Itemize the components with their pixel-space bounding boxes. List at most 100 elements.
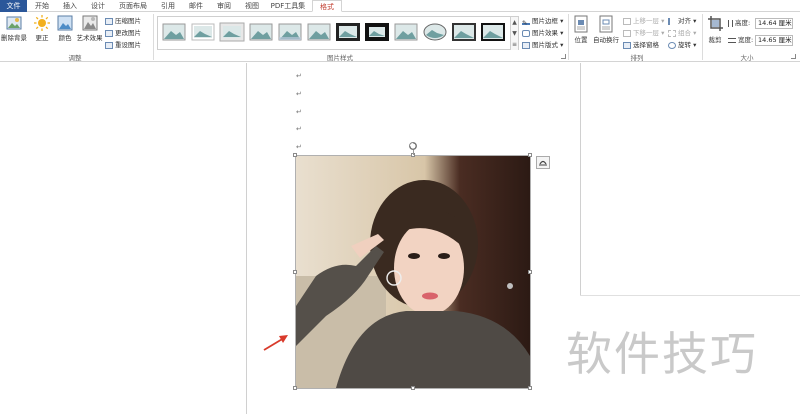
corrections-label: 更正 [35, 34, 49, 42]
group-label: 组合 [678, 29, 691, 37]
resize-handle-nw[interactable] [293, 153, 297, 157]
crop-icon [708, 16, 723, 31]
height-input[interactable]: 14.64 厘米 [755, 18, 793, 29]
layout-options-button[interactable] [536, 156, 550, 169]
style-thumb-9[interactable] [393, 21, 419, 43]
artistic-effects-label: 艺术效果 [76, 34, 103, 42]
group-separator [702, 14, 703, 60]
resize-handle-s[interactable] [411, 386, 415, 390]
width-input[interactable]: 14.65 厘米 [755, 35, 793, 46]
page-edge-bottom [580, 295, 800, 296]
align-label: 对齐 [678, 17, 691, 25]
crop-label: 裁剪 [708, 36, 722, 44]
style-thumb-6[interactable] [306, 21, 332, 43]
change-picture-icon [105, 29, 113, 37]
adjust-group-label: 调整 [68, 54, 82, 62]
wrap-text-button[interactable]: 自动换行 [592, 15, 620, 44]
red-arrow-annotation [263, 335, 288, 351]
crop-button[interactable]: 裁剪 [705, 15, 725, 44]
gallery-more[interactable]: ≡ [510, 39, 518, 50]
sun-icon [34, 15, 50, 31]
resize-handle-ne[interactable] [528, 153, 532, 157]
align-button[interactable]: 对齐 ▾ [668, 16, 696, 26]
picture-layout-label: 图片版式 [532, 41, 558, 49]
picture-border-label: 图片边框 [532, 17, 558, 25]
position-label: 位置 [574, 36, 588, 44]
remove-background-icon [6, 16, 22, 30]
artistic-effects-icon [82, 15, 97, 31]
change-picture-button[interactable]: 更改图片 [105, 28, 141, 38]
bring-forward-button[interactable]: 上移一层 ▾ [623, 16, 664, 26]
wrap-text-icon [599, 15, 613, 33]
layout-options-icon [539, 160, 547, 166]
tab-mailings[interactable]: 邮件 [186, 0, 206, 12]
picture-styles-gallery: ▲ ▼ ≡ [157, 16, 519, 50]
remove-background-button[interactable]: 删除背景 [1, 15, 27, 42]
style-thumb-3[interactable] [219, 21, 245, 43]
paragraph-mark: ↵ [296, 108, 302, 116]
tab-review[interactable]: 审阅 [214, 0, 234, 12]
tab-format[interactable]: 格式 [312, 0, 342, 12]
style-thumb-12[interactable] [480, 21, 506, 43]
change-picture-label: 更改图片 [115, 29, 141, 37]
tab-page-layout[interactable]: 页面布局 [116, 0, 150, 12]
paragraph-mark: ↵ [296, 90, 302, 98]
height-label: 高度: [728, 18, 750, 28]
rotate-handle-icon[interactable] [408, 141, 418, 151]
watermark-text: 软件技巧 [566, 327, 758, 381]
resize-handle-e[interactable] [528, 270, 532, 274]
tab-file[interactable]: 文件 [0, 0, 27, 12]
selection-frame [295, 155, 531, 389]
resize-handle-sw[interactable] [293, 386, 297, 390]
tab-design[interactable]: 设计 [88, 0, 108, 12]
size-launcher[interactable] [791, 54, 796, 59]
picture-layout-button[interactable]: 图片版式 ▾ [522, 40, 563, 50]
width-icon [728, 37, 736, 43]
compress-pictures-button[interactable]: 压缩图片 [105, 16, 141, 26]
send-backward-button[interactable]: 下移一层 ▾ [623, 28, 664, 38]
style-thumb-7[interactable] [335, 21, 361, 43]
style-thumb-4[interactable] [248, 21, 274, 43]
resize-handle-se[interactable] [528, 386, 532, 390]
paragraph-mark: ↵ [296, 143, 302, 151]
tab-references[interactable]: 引用 [158, 0, 178, 12]
resize-handle-w[interactable] [293, 270, 297, 274]
style-thumb-8[interactable] [364, 21, 390, 43]
group-button[interactable]: 组合 ▾ [668, 28, 696, 38]
artistic-effects-button[interactable]: 艺术效果 [76, 15, 103, 42]
wrap-text-label: 自动换行 [593, 36, 619, 44]
style-thumb-11[interactable] [451, 21, 477, 43]
height-label-text: 高度: [735, 19, 751, 27]
picture-effects-button[interactable]: 图片效果 ▾ [522, 28, 563, 38]
rotate-button[interactable]: 旋转 ▾ [668, 40, 696, 50]
remove-background-label: 删除背景 [1, 34, 27, 42]
tab-home[interactable]: 开始 [32, 0, 52, 12]
reset-picture-icon [105, 41, 113, 49]
reset-picture-button[interactable]: 重设图片 [105, 40, 141, 50]
picture-color-icon [57, 15, 73, 31]
position-icon [574, 15, 588, 33]
page-right-edge [580, 63, 581, 295]
style-thumb-5[interactable] [277, 21, 303, 43]
picture-border-button[interactable]: ✎ 图片边框 ▾ [522, 16, 563, 27]
selection-pane-label: 选择窗格 [633, 41, 659, 49]
send-backward-label: 下移一层 [633, 29, 659, 37]
color-button[interactable]: 颜色 [55, 15, 75, 42]
style-thumb-1[interactable] [161, 21, 187, 43]
gallery-scroll-down[interactable]: ▼ [510, 28, 518, 39]
picture-effects-label: 图片效果 [532, 29, 558, 37]
style-thumb-10[interactable] [422, 21, 448, 43]
tab-pdf-tools[interactable]: PDF工具集 [269, 0, 307, 12]
gallery-scroll-up[interactable]: ▲ [510, 17, 518, 28]
ribbon: 删除背景 更正 颜色 艺术效果 压缩图片 更改图片 重设图片 调整 ▲ ▼ ≡ … [0, 12, 800, 62]
picture-styles-launcher[interactable] [561, 54, 566, 59]
layout-icon [522, 41, 530, 49]
corrections-button[interactable]: 更正 [32, 15, 52, 42]
position-button[interactable]: 位置 [572, 15, 590, 44]
width-label: 宽度: [728, 35, 753, 45]
tab-insert[interactable]: 插入 [60, 0, 80, 12]
send-backward-icon [623, 29, 631, 37]
tab-view[interactable]: 视图 [242, 0, 262, 12]
style-thumb-2[interactable] [190, 21, 216, 43]
selection-pane-button[interactable]: 选择窗格 [623, 40, 659, 50]
